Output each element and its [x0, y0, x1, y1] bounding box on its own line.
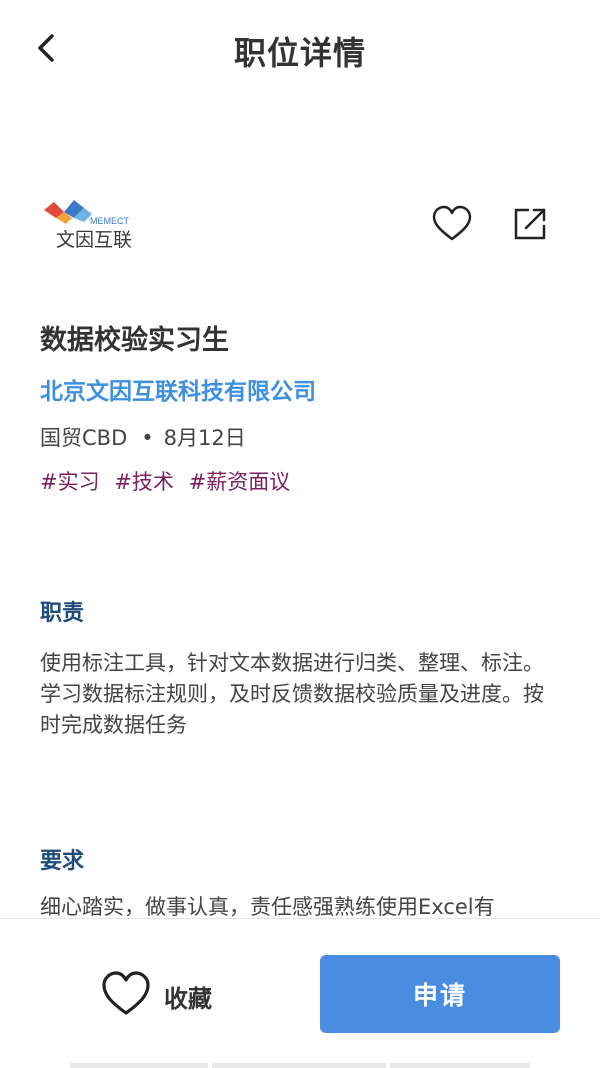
logo-text: 文因互联 — [56, 229, 133, 251]
share-button[interactable] — [508, 202, 552, 246]
page-title: 职位详情 — [233, 34, 366, 72]
nav-indicator — [70, 1063, 208, 1068]
company-logo: MEMECT 文因互联 — [42, 196, 138, 254]
nav-indicator — [390, 1063, 530, 1068]
memect-logo-icon: MEMECT — [44, 200, 129, 226]
share-icon — [514, 208, 546, 240]
meta-separator: • — [141, 426, 154, 450]
header: 职位详情 — [0, 0, 600, 96]
company-link[interactable]: 北京文因互联科技有限公司 — [40, 372, 316, 406]
tag-internship[interactable]: #实习 — [40, 470, 100, 494]
favorite-label: 收藏 — [164, 985, 212, 1013]
location-text: 国贸CBD — [40, 426, 128, 450]
heart-icon — [102, 971, 150, 1015]
duties-text: 使用标注工具，针对文本数据进行归类、整理、标注。学习数据标注规则，及时反馈数据校… — [40, 651, 544, 737]
favorite-top-button[interactable] — [430, 202, 474, 246]
requirements-text: 细心踏实，做事认真，责任感强熟练使用Excel有 — [40, 895, 495, 918]
duties-heading: 职责 — [40, 601, 85, 626]
nav-indicator — [212, 1063, 386, 1068]
job-title: 数据校验实习生 — [40, 325, 229, 356]
bottom-action-bar: 收藏 申请 — [0, 918, 600, 1068]
tag-salary[interactable]: #薪资面议 — [189, 470, 291, 494]
job-meta: 国贸CBD • 8月12日 — [40, 422, 246, 452]
date-text: 8月12日 — [163, 426, 246, 450]
tag-list: #实习 #技术 #薪资面议 — [40, 466, 298, 496]
apply-button[interactable]: 申请 — [320, 955, 560, 1033]
requirements-heading: 要求 — [40, 849, 85, 874]
tag-tech[interactable]: #技术 — [114, 470, 174, 494]
heart-icon — [432, 205, 472, 241]
